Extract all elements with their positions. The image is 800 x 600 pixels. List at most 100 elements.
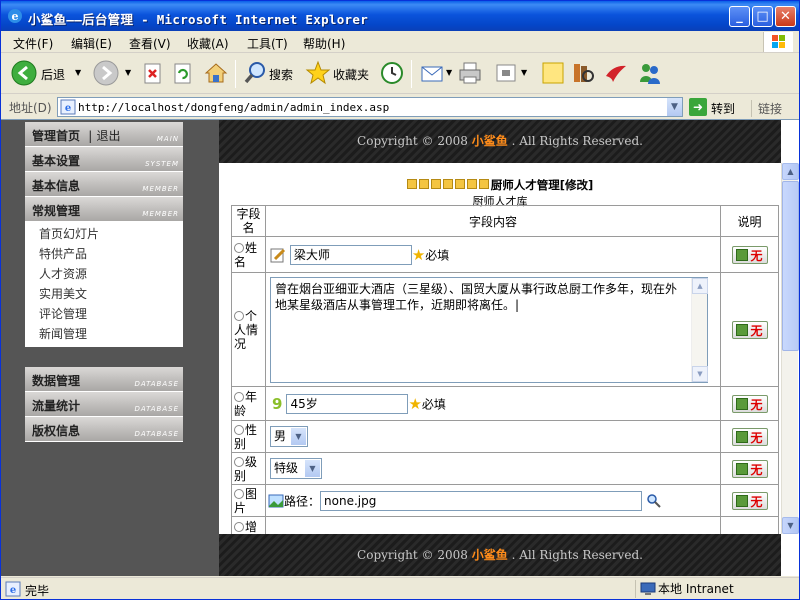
row-action-button[interactable]: 无 [731, 320, 768, 339]
table-header-row: 字段名 字段内容 说明 [231, 205, 779, 237]
field-table: 字段名 字段内容 说明 姓名 梁大师 ★必填 无 个人情况 曾在烟台亚细亚大酒店… [231, 205, 779, 534]
menu-tools[interactable]: 工具(T) [247, 35, 288, 52]
textarea-scrollbar[interactable]: ▲ ▼ [691, 277, 708, 382]
status-bar: e 完毕 本地 Intranet [1, 577, 799, 599]
bottom-banner: Copyright © 2008 小鲨鱼 . All Rights Reserv… [219, 534, 781, 576]
scroll-down-icon[interactable]: ▼ [782, 517, 799, 534]
forward-icon[interactable] [93, 60, 119, 86]
nav-item-slideshow[interactable]: 首页幻灯片 [25, 224, 183, 244]
favorites-star-icon[interactable] [305, 60, 331, 86]
research-icon[interactable] [571, 60, 595, 86]
row-radio[interactable] [234, 456, 244, 467]
edit-form: 厨师人才管理[修改] 厨师人才库 字段名 字段内容 说明 姓名 梁大师★必填 [219, 163, 781, 534]
back-dropdown-icon[interactable]: ▼ [75, 68, 81, 77]
nav-submenu: 首页幻灯片 特供产品 人才资源 实用美文 评论管理 新闻管理 [25, 222, 183, 347]
row-action-button[interactable]: 无 [731, 245, 768, 264]
address-label: 地址(D) [9, 101, 52, 115]
mail-icon[interactable] [419, 60, 445, 86]
table-row: 年龄 9 45岁 ★必填 无 [231, 386, 779, 421]
go-button[interactable]: 转到 [711, 100, 735, 117]
form-title: 厨师人才管理[修改] [490, 178, 594, 192]
row-radio[interactable] [234, 521, 244, 532]
nav-section-system[interactable]: 基本设置 SYSTEM [25, 147, 183, 172]
page-scrollbar[interactable]: ▲ ▼ [781, 163, 799, 534]
mail-dropdown-icon[interactable]: ▼ [446, 68, 452, 77]
nav-section-general[interactable]: 常规管理 MEMBER [25, 197, 183, 222]
number-icon: 9 [272, 394, 283, 413]
row-action-button[interactable]: 无 [731, 427, 768, 446]
history-icon[interactable] [379, 60, 405, 86]
address-dropdown-icon[interactable]: ▼ [666, 98, 682, 116]
age-input[interactable]: 45岁 [286, 393, 409, 414]
nav-section-basic-info[interactable]: 基本信息 MEMBER [25, 172, 183, 197]
nav-home-en: MAIN [156, 135, 179, 143]
row-action-button[interactable]: 无 [731, 459, 768, 478]
close-button[interactable]: ✕ [775, 6, 796, 27]
gender-select[interactable]: 男 ▼ [270, 426, 308, 447]
intranet-icon [640, 582, 656, 595]
table-row: 级别 特级 ▼ 无 [231, 452, 779, 485]
address-input[interactable]: e http://localhost/dongfeng/admin/admin_… [57, 97, 683, 117]
nav-item-articles[interactable]: 实用美文 [25, 284, 183, 304]
image-path-input[interactable]: none.jpg [320, 490, 643, 511]
discuss-icon[interactable] [541, 60, 565, 86]
nav-home-link[interactable]: 管理首页 [32, 129, 80, 143]
bird-icon[interactable] [603, 60, 629, 86]
search-label[interactable]: 搜索 [269, 66, 293, 83]
nav-section-copyright[interactable]: 版权信息 DATABASE [25, 417, 183, 442]
messenger-icon[interactable] [637, 60, 663, 86]
nav-section-traffic[interactable]: 流量统计 DATABASE [25, 392, 183, 417]
search-icon[interactable] [646, 493, 662, 509]
back-icon[interactable] [11, 60, 37, 86]
scroll-thumb[interactable] [782, 181, 799, 351]
chevron-down-icon: ▼ [291, 428, 306, 445]
menu-file[interactable]: 文件(F) [13, 35, 53, 52]
nav-item-comments[interactable]: 评论管理 [25, 304, 183, 324]
print-icon[interactable] [457, 60, 483, 86]
edit-icon[interactable] [493, 60, 519, 86]
bio-textarea[interactable]: 曾在烟台亚细亚大酒店（三星级）、国贸大厦从事行政总厨工作多年，现在外地某星级酒店… [270, 276, 708, 383]
row-radio[interactable] [234, 391, 244, 402]
edit-dropdown-icon[interactable]: ▼ [521, 68, 527, 77]
level-select[interactable]: 特级 ▼ [270, 458, 322, 479]
home-icon[interactable] [203, 60, 229, 86]
svg-text:e: e [10, 585, 16, 596]
menu-edit[interactable]: 编辑(E) [71, 35, 112, 52]
favorites-label[interactable]: 收藏夹 [333, 66, 369, 83]
row-radio[interactable] [234, 424, 244, 435]
required-star-icon: ★ [411, 245, 426, 264]
links-button[interactable]: 链接 [751, 100, 782, 117]
nav-section-data[interactable]: 数据管理 DATABASE [25, 367, 183, 392]
scroll-up-icon[interactable]: ▲ [782, 163, 799, 180]
nav-item-news[interactable]: 新闻管理 [25, 324, 183, 344]
back-label[interactable]: 后退 [41, 66, 65, 83]
browser-window: e 小鲨鱼——后台管理 - Microsoft Internet Explore… [0, 0, 800, 600]
menu-favorites[interactable]: 收藏(A) [187, 35, 229, 52]
nav-logout-link[interactable]: 退出 [96, 129, 120, 143]
maximize-button[interactable]: □ [752, 6, 773, 27]
refresh-icon[interactable] [173, 63, 193, 85]
name-input[interactable]: 梁大师 [289, 244, 412, 265]
page-content: 管理首页 | 退出 MAIN 基本设置 SYSTEM 基本信息 MEMBER 常规管… [1, 119, 799, 576]
row-action-button[interactable]: 无 [731, 394, 768, 413]
page-icon: e [60, 99, 76, 115]
menu-help[interactable]: 帮助(H) [303, 35, 345, 52]
decor-squares-icon [406, 178, 491, 192]
table-row: 图片 路径： none.jpg 无 [231, 484, 779, 517]
nav-item-products[interactable]: 特供产品 [25, 244, 183, 264]
menu-view[interactable]: 查看(V) [129, 35, 171, 52]
row-radio[interactable] [234, 488, 244, 499]
nav-item-talent[interactable]: 人才资源 [25, 264, 183, 284]
svg-text:e: e [65, 103, 71, 114]
row-action-button[interactable]: 无 [731, 491, 768, 510]
search-icon[interactable] [243, 60, 267, 86]
stop-icon[interactable] [143, 63, 163, 85]
minimize-button[interactable]: _ [729, 6, 750, 27]
forward-dropdown-icon[interactable]: ▼ [125, 68, 131, 77]
col-field-name: 字段名 [231, 205, 266, 237]
row-radio[interactable] [234, 310, 244, 321]
windows-logo-icon [763, 32, 793, 52]
nav-home-header: 管理首页 | 退出 MAIN [25, 122, 183, 147]
row-radio[interactable] [234, 242, 244, 253]
go-arrow-icon[interactable]: ➜ [689, 98, 707, 116]
